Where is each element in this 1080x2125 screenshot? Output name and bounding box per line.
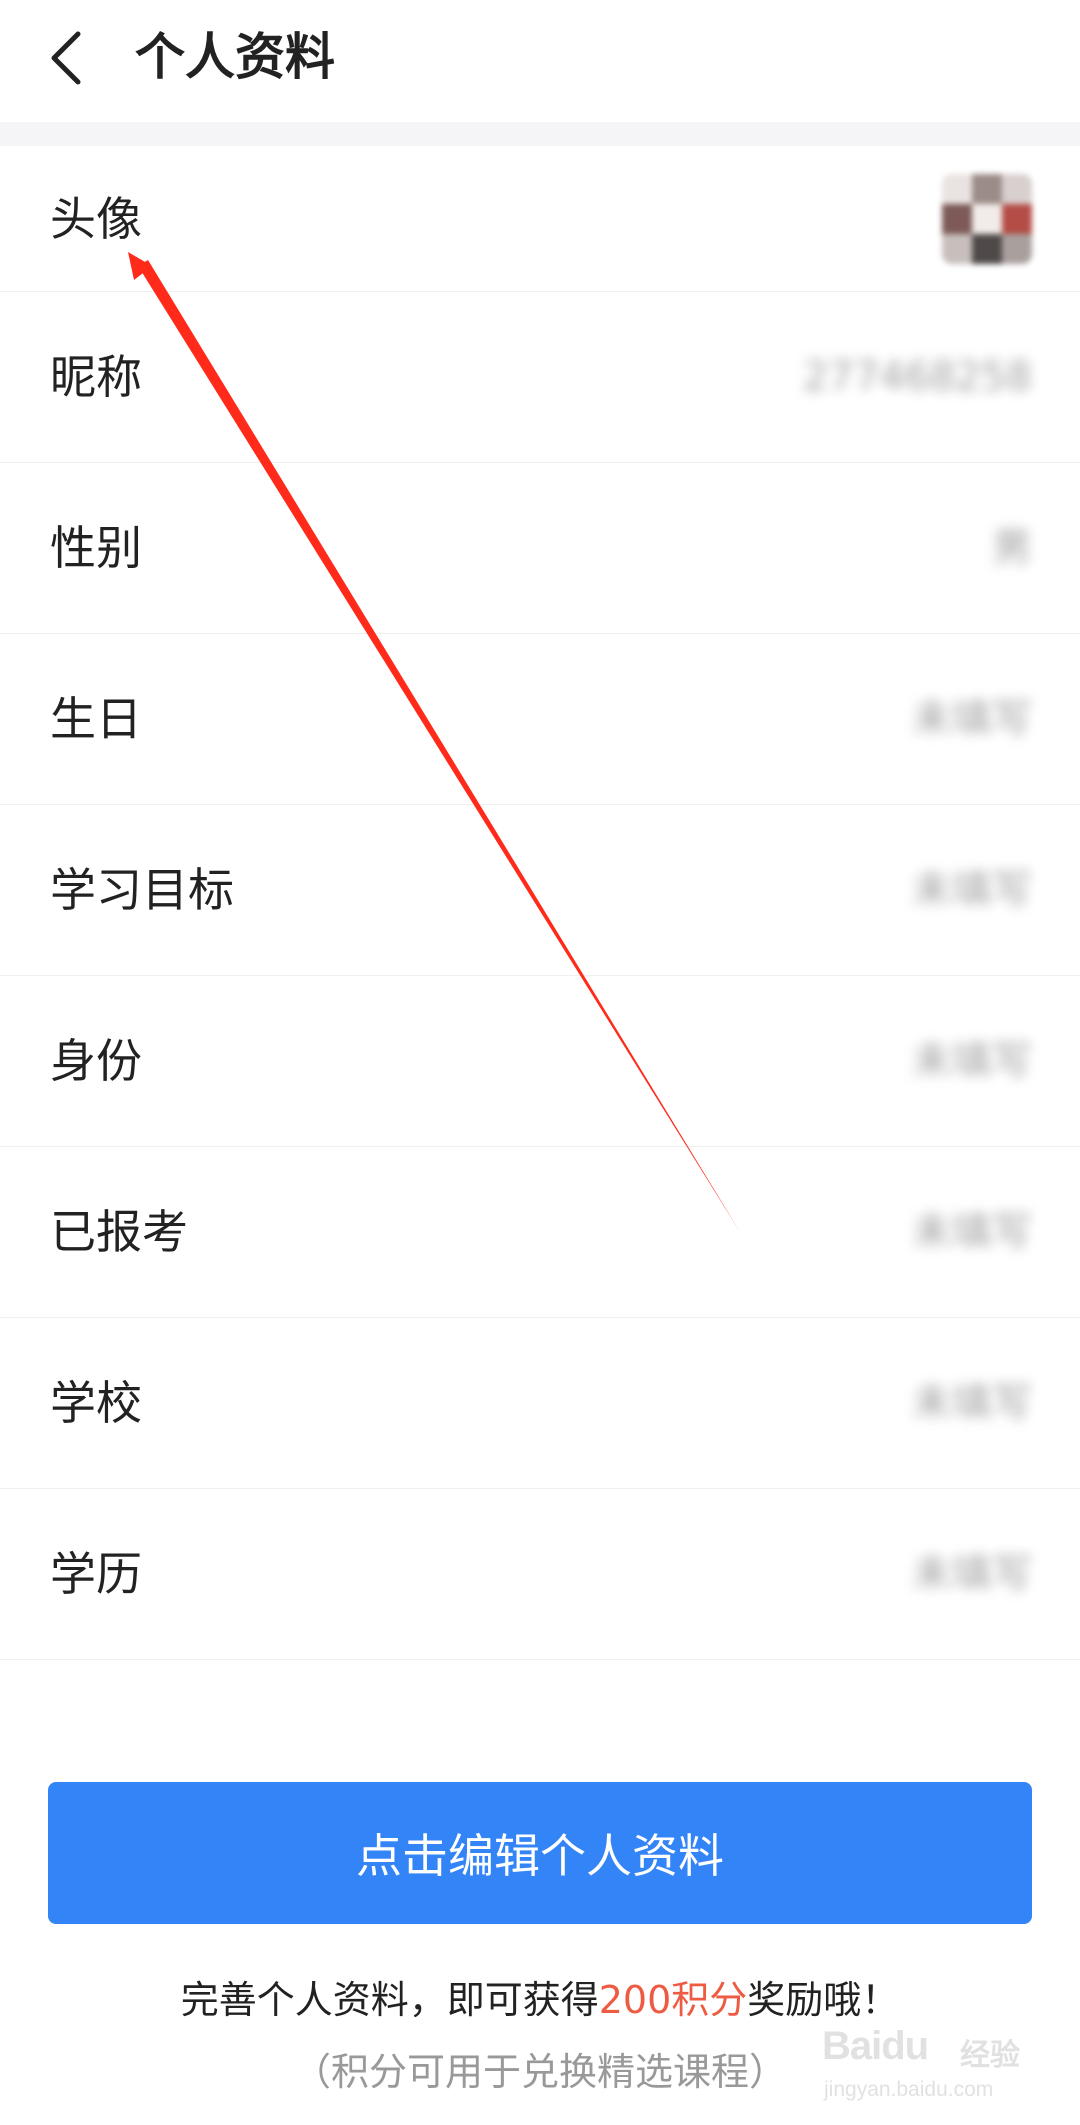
row-label: 头像 — [50, 191, 142, 246]
row-value: 未填写 — [912, 1209, 1032, 1255]
profile-row-gender[interactable]: 性别 男 — [0, 463, 1080, 634]
row-value: 277468258 — [802, 354, 1032, 400]
chevron-left-icon — [51, 31, 81, 85]
profile-row-registered-exam[interactable]: 已报考 未填写 — [0, 1147, 1080, 1318]
row-label: 性别 — [50, 521, 142, 575]
avatar[interactable] — [942, 174, 1032, 264]
page-title: 个人资料 — [135, 28, 335, 86]
row-value: 未填写 — [912, 1038, 1032, 1084]
section-divider — [0, 122, 1080, 146]
edit-profile-button[interactable]: 点击编辑个人资料 — [48, 1782, 1032, 1924]
row-label: 学历 — [50, 1547, 142, 1601]
back-button[interactable] — [28, 18, 104, 98]
reward-suffix: 奖励哦！ — [747, 1978, 900, 2022]
row-label: 身份 — [50, 1034, 142, 1088]
watermark-logo: Baidu — [822, 2024, 929, 2068]
profile-row-study-goal[interactable]: 学习目标 未填写 — [0, 805, 1080, 976]
reward-prefix: 完善个人资料，即可获得 — [180, 1978, 599, 2022]
profile-list: 头像 昵称 277468258 性别 男 生日 未填写 学习目标 未填写 身份 … — [0, 146, 1080, 1660]
row-value: 未填写 — [912, 867, 1032, 913]
watermark-url: jingyan.baidu.com — [824, 2078, 994, 2101]
top-app-bar: 个人资料 — [0, 0, 1080, 122]
reward-message: 完善个人资料，即可获得200积分奖励哦！ — [0, 1972, 1080, 2028]
watermark-label: 经验 — [960, 2039, 1020, 2072]
profile-row-nickname[interactable]: 昵称 277468258 — [0, 292, 1080, 463]
profile-row-birthday[interactable]: 生日 未填写 — [0, 634, 1080, 805]
row-value: 男 — [992, 525, 1032, 571]
row-label: 生日 — [50, 692, 142, 746]
row-label: 昵称 — [50, 350, 142, 404]
profile-row-education[interactable]: 学历 未填写 — [0, 1489, 1080, 1660]
profile-row-avatar[interactable]: 头像 — [0, 146, 1080, 292]
baidu-jingyan-watermark: Baidu 经验 jingyan.baidu.com — [822, 2022, 1052, 2112]
row-value: 未填写 — [912, 1551, 1032, 1597]
row-value: 未填写 — [912, 1380, 1032, 1426]
profile-row-school[interactable]: 学校 未填写 — [0, 1318, 1080, 1489]
reward-points: 200积分 — [598, 1978, 748, 2022]
row-label: 学校 — [50, 1376, 142, 1430]
row-label: 已报考 — [50, 1205, 188, 1259]
profile-row-identity[interactable]: 身份 未填写 — [0, 976, 1080, 1147]
row-value: 未填写 — [912, 696, 1032, 742]
row-label: 学习目标 — [50, 863, 234, 917]
